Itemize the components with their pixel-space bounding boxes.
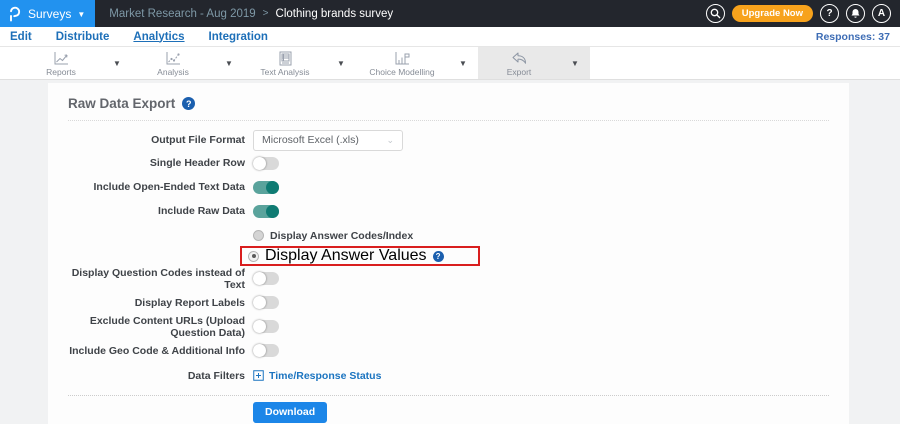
answer-values-radio[interactable] (248, 250, 259, 262)
caret-down-icon: ▼ (225, 58, 233, 68)
tool-label: Reports (46, 67, 76, 77)
caret-down-icon: ▼ (113, 58, 121, 68)
tool-label: Choice Modelling (369, 67, 435, 77)
help-button[interactable]: ? (820, 4, 839, 23)
raw-data-export-panel: Raw Data Export ? Output File Format Mic… (48, 83, 849, 424)
toggle-knob (266, 204, 279, 218)
toggle-knob (266, 180, 279, 194)
caret-down-icon: ▼ (337, 58, 345, 68)
tool-text-analysis-button[interactable]: Text Analysis (244, 47, 326, 79)
select-value: Microsoft Excel (.xls) (262, 134, 359, 146)
nav-item-edit[interactable]: Edit (10, 31, 32, 43)
answer-values-label: Display Answer Values (265, 247, 427, 264)
tool-group-export: Export ▼ (478, 47, 590, 79)
filters-link-label: Time/Response Status (269, 369, 382, 382)
tool-label: Text Analysis (260, 67, 310, 77)
nav-item-analytics[interactable]: Analytics (133, 31, 184, 43)
answer-codes-option[interactable]: Display Answer Codes/Index (253, 227, 829, 244)
tool-export-dropdown[interactable]: ▼ (560, 47, 590, 79)
tool-label: Analysis (157, 67, 189, 77)
surveys-menu-label: Surveys (28, 6, 72, 21)
line-chart-icon (53, 51, 70, 66)
notifications-button[interactable] (846, 4, 865, 23)
answer-codes-label: Display Answer Codes/Index (270, 229, 414, 242)
include-geo-code-toggle[interactable] (253, 344, 279, 357)
responses-count[interactable]: Responses: 37 (816, 31, 890, 43)
breadcrumb: Market Research - Aug 2019 > Clothing br… (109, 8, 393, 20)
toggle-knob (253, 156, 266, 170)
scatter-chart-icon (165, 51, 182, 66)
caret-down-icon: ▼ (459, 58, 467, 68)
toggle-knob (253, 296, 266, 309)
choice-chart-icon (394, 51, 411, 66)
tool-group-choice-modelling: Choice Modelling ▼ (356, 47, 478, 79)
tool-choice-modelling-dropdown[interactable]: ▼ (448, 47, 478, 79)
upgrade-now-button[interactable]: Upgrade Now (731, 5, 813, 22)
topbar-actions: Upgrade Now ? A (705, 4, 900, 23)
include-open-ended-label: Include Open-Ended Text Data (93, 181, 246, 193)
tool-group-text-analysis: Text Analysis ▼ (244, 47, 356, 79)
breadcrumb-separator: > (262, 8, 269, 19)
display-question-codes-label: Display Question Codes instead of Text (71, 266, 245, 291)
single-header-row-toggle[interactable] (253, 156, 279, 170)
toggle-knob (253, 272, 266, 285)
nav-item-distribute[interactable]: Distribute (56, 31, 110, 43)
display-report-labels-toggle[interactable] (253, 296, 279, 309)
tool-reports-button[interactable]: Reports (20, 47, 102, 79)
exclude-content-urls-toggle[interactable] (253, 320, 279, 333)
export-arrow-icon (510, 51, 528, 66)
display-question-codes-toggle[interactable] (253, 272, 279, 285)
tool-label: Export (506, 67, 532, 77)
chevron-down-icon: ⌄ (386, 134, 394, 145)
app-window: Surveys ▼ Market Research - Aug 2019 > C… (0, 0, 900, 424)
questionpro-logo (6, 6, 22, 22)
include-open-ended-toggle[interactable] (253, 180, 279, 194)
download-button[interactable]: Download (253, 401, 328, 423)
page-background: Raw Data Export ? Output File Format Mic… (0, 81, 900, 424)
surveys-app-menu[interactable]: Surveys ▼ (0, 0, 96, 27)
include-raw-data-label: Include Raw Data (158, 205, 245, 217)
output-file-format-select[interactable]: Microsoft Excel (.xls) ⌄ (253, 129, 403, 151)
top-bar: Surveys ▼ Market Research - Aug 2019 > C… (0, 0, 900, 27)
document-text-icon (278, 51, 293, 66)
search-button[interactable] (705, 4, 725, 23)
tool-choice-modelling-button[interactable]: Choice Modelling (356, 47, 448, 79)
toggle-knob (253, 320, 266, 333)
export-settings-form: Output File Format Microsoft Excel (.xls… (68, 129, 829, 423)
answer-codes-radio[interactable] (253, 230, 264, 241)
caret-down-icon: ▼ (571, 58, 579, 68)
tool-group-analysis: Analysis ▼ (132, 47, 244, 79)
page-title: Raw Data Export (68, 96, 176, 111)
toggle-knob (253, 344, 266, 357)
output-file-format-label: Output File Format (151, 134, 245, 146)
breadcrumb-current: Clothing brands survey (275, 7, 394, 20)
divider (68, 120, 829, 121)
chevron-down-icon: ▼ (77, 9, 86, 19)
highlight-box: Display Answer Values ? (240, 246, 480, 266)
display-report-labels-label: Display Report Labels (134, 296, 245, 309)
single-header-row-label: Single Header Row (149, 157, 245, 169)
data-filters-label: Data Filters (187, 369, 245, 382)
include-geo-code-label: Include Geo Code & Additional Info (69, 344, 245, 357)
divider (68, 394, 829, 396)
search-icon (710, 8, 721, 19)
plus-square-icon (253, 370, 264, 381)
tool-group-reports: Reports ▼ (20, 47, 132, 79)
tool-analysis-button[interactable]: Analysis (132, 47, 214, 79)
avatar[interactable]: A (872, 4, 891, 23)
section-nav: Edit Distribute Analytics Integration Re… (0, 27, 900, 47)
analytics-toolbar: Reports ▼ Analysis ▼ Text Analysis ▼ Cho… (0, 47, 900, 80)
time-response-status-link[interactable]: Time/Response Status (253, 370, 381, 382)
help-icon[interactable]: ? (432, 250, 444, 262)
tool-analysis-dropdown[interactable]: ▼ (214, 47, 244, 79)
tool-reports-dropdown[interactable]: ▼ (102, 47, 132, 79)
exclude-content-urls-label: Exclude Content URLs (Upload Question Da… (89, 314, 245, 339)
tool-export-button[interactable]: Export (478, 47, 560, 79)
nav-item-integration[interactable]: Integration (209, 31, 268, 43)
breadcrumb-parent[interactable]: Market Research - Aug 2019 (109, 8, 255, 20)
help-icon[interactable]: ? (182, 97, 196, 110)
tool-text-analysis-dropdown[interactable]: ▼ (326, 47, 356, 79)
bell-icon (851, 9, 860, 18)
include-raw-data-toggle[interactable] (253, 204, 279, 218)
